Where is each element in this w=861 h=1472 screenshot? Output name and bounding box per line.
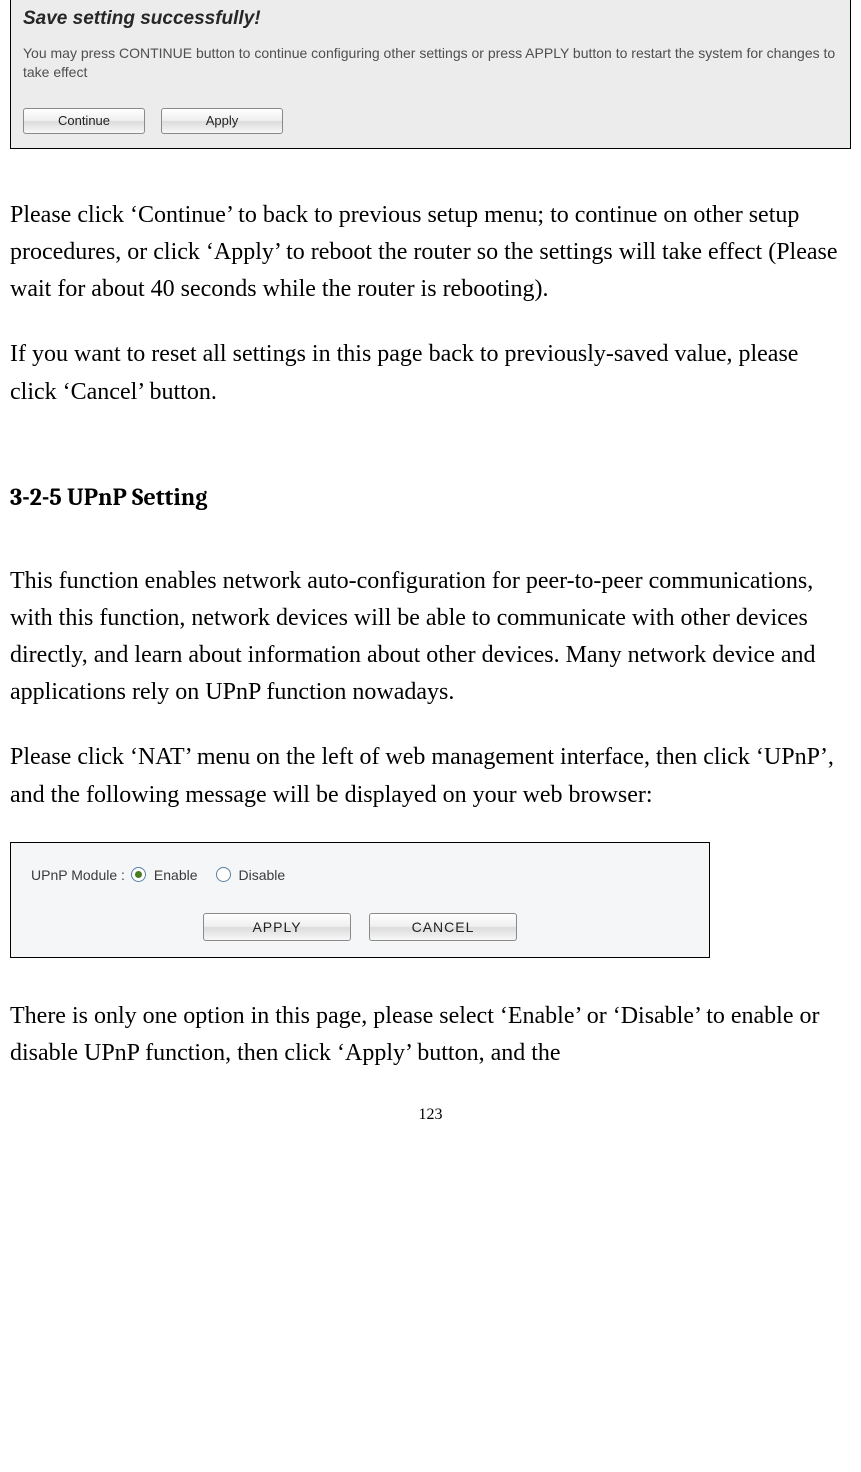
upnp-trailing-paragraph: There is only one option in this page, p… (10, 998, 851, 1072)
instruction-paragraph-1: Please click ‘Continue’ to back to previ… (10, 197, 851, 309)
apply-button[interactable]: Apply (161, 108, 283, 134)
instruction-paragraph-2: If you want to reset all settings in thi… (10, 336, 851, 410)
dialog-button-row: Continue Apply (23, 108, 838, 134)
upnp-apply-button[interactable]: APPLY (203, 913, 351, 941)
upnp-description-paragraph: This function enables network auto-confi… (10, 563, 851, 712)
continue-button[interactable]: Continue (23, 108, 145, 134)
radio-enable-label: Enable (154, 867, 198, 883)
radio-disable[interactable] (216, 867, 231, 882)
upnp-cancel-button[interactable]: CANCEL (369, 913, 517, 941)
radio-enable[interactable] (131, 867, 146, 882)
upnp-radio-group: UPnP Module : Enable Disable (25, 867, 695, 883)
radio-dot-icon (135, 871, 142, 878)
upnp-settings-dialog: UPnP Module : Enable Disable APPLY CANCE… (10, 842, 710, 958)
section-heading: 3-2-5 UPnP Setting (10, 483, 851, 511)
upnp-navigation-paragraph: Please click ‘NAT’ menu on the left of w… (10, 739, 851, 813)
dialog-title: Save setting successfully! (23, 8, 838, 30)
save-success-dialog: Save setting successfully! You may press… (10, 0, 851, 149)
radio-disable-label: Disable (239, 867, 286, 883)
upnp-button-row: APPLY CANCEL (25, 913, 695, 941)
dialog-description: You may press CONTINUE button to continu… (23, 44, 838, 82)
page-number: 123 (10, 1106, 851, 1124)
upnp-module-label: UPnP Module : (31, 867, 125, 883)
